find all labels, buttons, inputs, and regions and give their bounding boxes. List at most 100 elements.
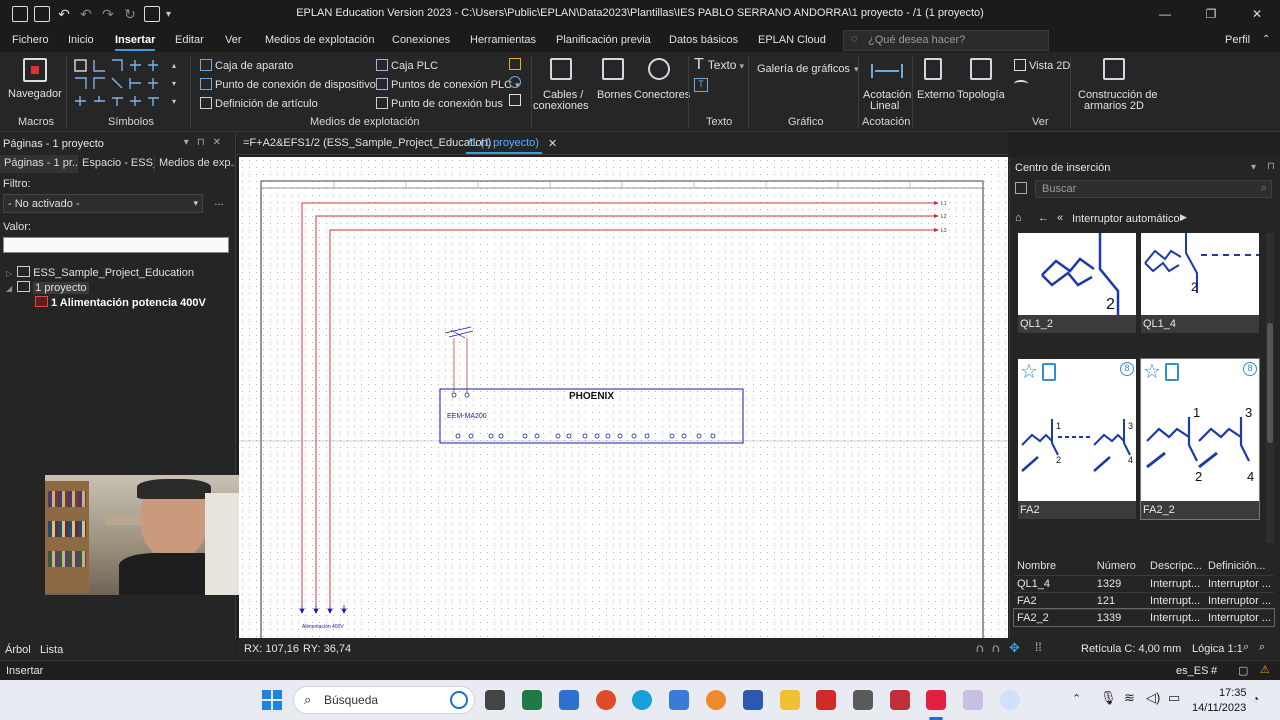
snap-icon[interactable]: ∩ <box>975 640 984 655</box>
table-row[interactable]: FA2_2 1339 Interrupt... Interruptor ... <box>1013 608 1275 627</box>
edge-icon[interactable] <box>632 690 652 710</box>
tree-item-1-proyecto[interactable]: ◢ 1 proyecto <box>6 281 89 294</box>
snap-object-icon[interactable]: ∩ <box>991 640 1000 655</box>
favorite-star-icon[interactable]: ☆ <box>1143 359 1161 384</box>
ribbon-collapse-icon[interactable]: ⌃ <box>1262 34 1270 45</box>
schematic-canvas[interactable]: L1 L2 L3 Alimentación 400V EEM-MA200 PHO… <box>239 157 1008 638</box>
punto-conexion-dispositivo-button[interactable]: Punto de conexión de dispositivo <box>200 78 376 91</box>
bornes-button[interactable]: Bornes <box>595 56 632 114</box>
column-header[interactable]: Nombre <box>1014 558 1094 576</box>
battery-icon[interactable]: ▭ <box>1168 690 1180 706</box>
bookmark-icon[interactable] <box>1165 363 1179 381</box>
column-header[interactable]: Definición... <box>1205 558 1274 576</box>
value-input[interactable] <box>3 237 229 253</box>
tab-arbol[interactable]: Árbol <box>5 644 31 656</box>
tab-paginas[interactable]: Páginas - 1 pr... <box>0 155 78 173</box>
placeholder-object-icon[interactable] <box>509 94 521 106</box>
symbol-card-fa2[interactable]: ☆ 8 1 3 2 4 FA2 <box>1018 359 1136 519</box>
panel-menu-chevron-icon[interactable]: ▾ <box>1251 162 1256 173</box>
pin-icon[interactable]: ⊓ <box>1267 161 1275 172</box>
view-arc-icon[interactable] <box>1014 80 1028 88</box>
symbol-card-ql1-4[interactable]: 2 QL1_4 <box>1141 233 1259 333</box>
texto-button[interactable]: T Texto ▾ <box>694 56 744 74</box>
puntos-conexion-plc-button[interactable]: Puntos de conexión PLC ▾ <box>376 78 520 91</box>
insert-center-search-input[interactable]: Buscar ⌕ <box>1035 180 1272 198</box>
mail-icon[interactable] <box>559 690 579 710</box>
excel-icon[interactable] <box>522 690 542 710</box>
taskbar-search-input[interactable]: ⌕ Búsqueda <box>293 686 475 714</box>
close-tab-icon[interactable]: ✕ <box>548 137 557 150</box>
terminal-strip-icon[interactable] <box>509 58 521 70</box>
menu-ver[interactable]: Ver <box>225 34 242 46</box>
tab-medios[interactable]: Medios de exp... <box>155 155 236 173</box>
tree-item-ess-sample[interactable]: ▷ ESS_Sample_Project_Education <box>6 266 194 279</box>
grid-snap-icon[interactable]: ✥ <box>1009 640 1020 656</box>
path-text-icon[interactable]: T <box>694 78 708 92</box>
caja-aparato-button[interactable]: Caja de aparato <box>200 59 293 72</box>
warning-icon[interactable]: ⚠ <box>1260 663 1270 676</box>
navegador-button[interactable]: Navegador <box>8 56 62 104</box>
notifications-icon[interactable]: ◔ <box>1252 692 1259 706</box>
tab-espacio[interactable]: Espacio - ESS_... <box>78 155 155 173</box>
symbols-gallery[interactable]: ▴ ▾ ▾ <box>72 58 184 108</box>
table-row[interactable]: FA2 121 Interrupt... Interruptor ... <box>1014 592 1274 610</box>
externo-button[interactable]: Externo <box>915 56 955 114</box>
acrobat-icon[interactable] <box>816 690 836 710</box>
task-view-icon[interactable] <box>485 690 505 710</box>
microphone-icon[interactable]: 🎙 <box>1100 690 1117 706</box>
chevron-right-icon[interactable]: ▶ <box>1180 212 1187 223</box>
clock-time[interactable]: 17:35 <box>1219 687 1247 699</box>
vista-2d-button[interactable]: Vista 2D <box>1014 59 1070 72</box>
column-header[interactable]: Número <box>1093 558 1148 576</box>
menu-editar[interactable]: Editar <box>175 34 204 46</box>
bookmark-icon[interactable] <box>1042 363 1056 381</box>
cables-conexiones-button[interactable]: Cables / conexiones <box>533 56 589 114</box>
menu-conexiones[interactable]: Conexiones <box>392 34 450 46</box>
tab-document-ess[interactable]: =F+A2&EFS1/2 (ESS_Sample_Project_Educati… <box>243 137 491 149</box>
menu-inicio[interactable]: Inicio <box>68 34 94 46</box>
zoom-icon[interactable]: ⌕ <box>1243 641 1249 654</box>
symbol-card-ql1-2[interactable]: 2 QL1_2 <box>1018 233 1136 333</box>
redo-icon[interactable]: ↷ <box>100 6 116 22</box>
snipping-tool-icon[interactable] <box>963 690 983 710</box>
punto-conexion-bus-button[interactable]: Punto de conexión bus <box>376 97 503 110</box>
insert-center-list-icon[interactable] <box>1015 182 1027 194</box>
customize-dropdown-icon[interactable]: ▾ <box>166 6 171 22</box>
filter-more-button[interactable]: ... <box>209 194 229 213</box>
menu-fichero[interactable]: Fichero <box>12 34 49 46</box>
menu-datos-basicos[interactable]: Datos básicos <box>669 34 738 46</box>
undo-icon[interactable]: ↶ <box>56 6 72 22</box>
tree-item-page-1[interactable]: 1 Alimentación potencia 400V <box>35 296 206 309</box>
connection-point-icon[interactable] <box>509 76 521 88</box>
new-file-icon[interactable] <box>12 6 28 22</box>
definicion-articulo-button[interactable]: Definición de artículo <box>200 97 318 110</box>
tab-document-1-proyecto[interactable]: /1 (1 proyecto) <box>468 137 539 149</box>
close-button[interactable]: ✕ <box>1234 0 1280 28</box>
home-icon[interactable]: ⌂ <box>1015 212 1022 224</box>
close-project-icon[interactable] <box>144 6 160 22</box>
window-icon[interactable]: ▢ <box>1238 664 1248 677</box>
menu-eplan-cloud[interactable]: EPLAN Cloud <box>758 34 826 46</box>
menu-planificacion-previa[interactable]: Planificación previa <box>556 34 651 46</box>
festo-icon[interactable] <box>890 690 910 710</box>
maximize-button[interactable]: ❐ <box>1188 0 1234 28</box>
profile-menu[interactable]: Perfil <box>1225 34 1250 46</box>
breadcrumb-expand-icon[interactable]: « <box>1057 212 1063 224</box>
construccion-armarios-button[interactable]: Construcción de armarios 2D <box>1074 56 1158 116</box>
redo-list-icon[interactable]: ↻ <box>122 6 138 22</box>
command-search-input[interactable]: ◌ ¿Qué desea hacer? <box>843 30 1049 51</box>
minimize-button[interactable]: — <box>1142 0 1188 28</box>
logo-soft-icon[interactable] <box>853 690 873 710</box>
open-file-icon[interactable] <box>34 6 50 22</box>
column-header[interactable]: Descripc... <box>1147 558 1205 576</box>
file-explorer-icon[interactable] <box>780 690 800 710</box>
menu-medios-explotacion[interactable]: Medios de explotación <box>265 34 374 46</box>
menu-insertar[interactable]: Insertar <box>115 34 156 51</box>
firefox-icon[interactable] <box>706 690 726 710</box>
eplan-icon[interactable] <box>926 690 946 710</box>
speaker-icon[interactable]: ◁) <box>1146 690 1160 706</box>
symbol-list-scrollbar[interactable] <box>1266 233 1274 543</box>
store-icon[interactable] <box>669 690 689 710</box>
galeria-graficos-button[interactable]: Galería de gráficos ▾ <box>757 63 858 75</box>
show-hidden-icons-chevron[interactable]: ⌃ <box>1072 692 1081 705</box>
